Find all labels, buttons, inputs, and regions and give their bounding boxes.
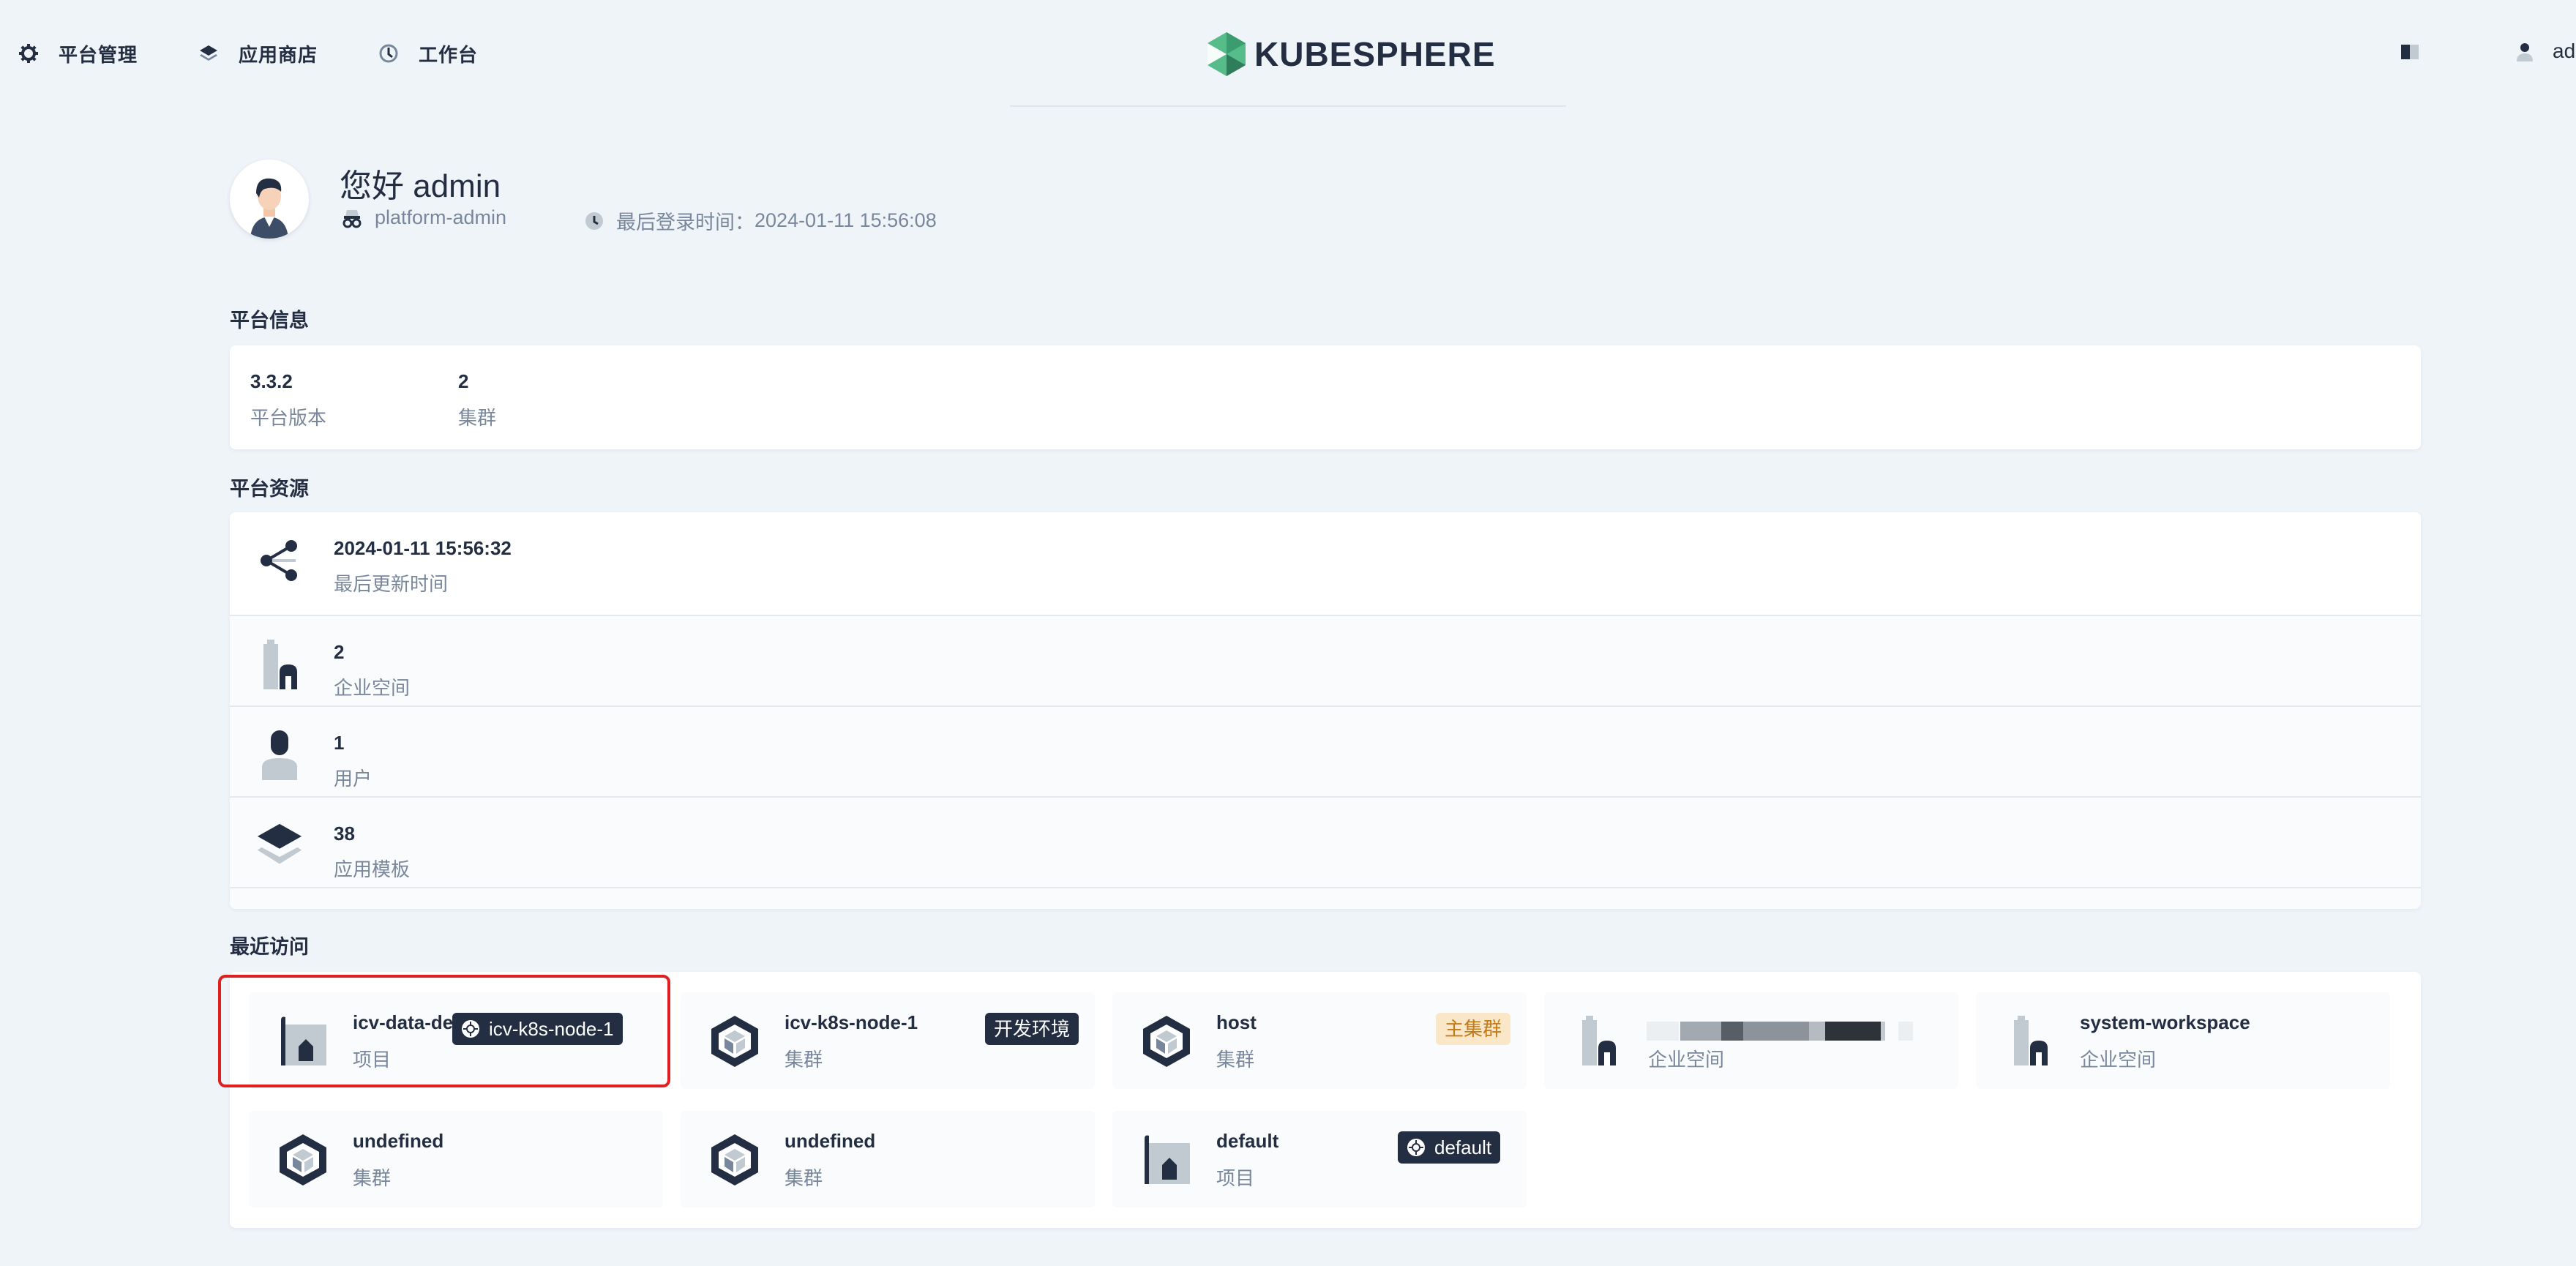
resource-row-users[interactable]: 1 用户 bbox=[230, 705, 2421, 796]
cluster-icon bbox=[707, 1013, 763, 1068]
resource-row-workspaces[interactable]: 2 企业空间 bbox=[230, 615, 2421, 705]
recent-tile-workspace-redacted[interactable]: 企业空间 bbox=[1544, 992, 1958, 1089]
tile-type: 企业空间 bbox=[2080, 1049, 2157, 1071]
layers-icon bbox=[198, 42, 220, 64]
resource-value: 1 bbox=[334, 732, 345, 754]
redacted-block bbox=[1721, 1022, 1743, 1041]
kubernetes-icon bbox=[1407, 1139, 1425, 1156]
kubesphere-logo[interactable]: KUBESPHERE bbox=[1206, 29, 1496, 79]
resource-value: 38 bbox=[334, 823, 355, 844]
tile-name: undefined bbox=[785, 1130, 876, 1152]
last-login: 最后登录时间： 2024-01-11 15:56:08 bbox=[584, 206, 937, 235]
platform-info-card: 3.3.2 平台版本 2 集群 bbox=[230, 345, 2421, 449]
gear-icon bbox=[18, 42, 40, 64]
redacted-block bbox=[1680, 1022, 1721, 1041]
resource-row-app-templates[interactable]: 38 应用模板 bbox=[230, 796, 2421, 887]
resource-label: 企业空间 bbox=[334, 677, 411, 699]
kubesphere-logo-icon bbox=[1208, 32, 1246, 76]
tile-name: host bbox=[1216, 1011, 1257, 1033]
user-role: platform-admin bbox=[341, 206, 506, 229]
platform-version-value: 3.3.2 bbox=[250, 370, 293, 392]
username-label[interactable]: ad bbox=[2553, 40, 2575, 63]
cluster-count-label: 集群 bbox=[458, 407, 497, 429]
platform-resources-card: 2024-01-11 15:56:32 最后更新时间 2 企业空间 1 用户 3… bbox=[230, 512, 2421, 909]
recent-tile-workspace-system[interactable]: system-workspace 企业空间 bbox=[1976, 992, 2390, 1089]
tile-type: 项目 bbox=[1216, 1167, 1255, 1189]
redacted-block bbox=[1898, 1022, 1913, 1041]
tile-type: 集群 bbox=[785, 1167, 823, 1189]
badge-label: 开发环境 bbox=[994, 1018, 1071, 1040]
tile-name: system-workspace bbox=[2080, 1011, 2250, 1033]
last-login-label: 最后登录时间： bbox=[616, 211, 755, 233]
top-navbar: 平台管理 应用商店 工作台 KUBESPHERE ad bbox=[0, 0, 2576, 107]
resource-label: 最后更新时间 bbox=[334, 573, 449, 595]
app-template-icon bbox=[256, 820, 303, 872]
resource-row-last-update: 2024-01-11 15:56:32 最后更新时间 bbox=[230, 512, 2421, 602]
last-login-time: 2024-01-11 15:56:08 bbox=[755, 209, 937, 231]
clock-icon bbox=[584, 211, 604, 231]
share-icon bbox=[256, 534, 303, 587]
user-icon bbox=[256, 729, 303, 782]
resource-label: 应用模板 bbox=[334, 858, 411, 880]
dashboard-icon bbox=[378, 42, 400, 64]
env-badge: 开发环境 bbox=[985, 1013, 1079, 1045]
avatar bbox=[230, 160, 309, 239]
workspace-icon bbox=[1570, 1013, 1626, 1068]
cluster-icon bbox=[707, 1131, 763, 1187]
cluster-count-value: 2 bbox=[458, 370, 469, 392]
tile-type: 企业空间 bbox=[1648, 1049, 1725, 1071]
header-divider bbox=[1010, 105, 1566, 107]
tile-name: default bbox=[1216, 1130, 1279, 1152]
tile-name: undefined bbox=[353, 1130, 444, 1152]
cluster-icon bbox=[1139, 1013, 1194, 1068]
nav-workbench[interactable]: 工作台 bbox=[378, 37, 478, 70]
badge-label: 主集群 bbox=[1445, 1018, 1502, 1040]
resource-label: 用户 bbox=[334, 768, 372, 790]
resource-row-spacer bbox=[230, 887, 2421, 909]
logo-text: KUBESPHERE bbox=[1254, 35, 1496, 73]
badge-label: default bbox=[1434, 1136, 1492, 1158]
platform-version: 3.3.2 平台版本 bbox=[250, 370, 326, 430]
host-cluster-badge: 主集群 bbox=[1436, 1013, 1511, 1045]
redacted-block bbox=[1743, 1022, 1809, 1041]
nav-label: 平台管理 bbox=[59, 43, 138, 66]
project-icon bbox=[1139, 1131, 1194, 1187]
workspace-icon bbox=[2002, 1013, 2058, 1068]
user-icon[interactable] bbox=[2515, 41, 2535, 67]
recent-tile-cluster-undefined[interactable]: undefined 集群 bbox=[681, 1111, 1095, 1207]
resource-value: 2 bbox=[334, 641, 345, 663]
nav-app-store[interactable]: 应用商店 bbox=[198, 37, 318, 70]
tile-type: 集群 bbox=[785, 1049, 823, 1071]
nav-label: 工作台 bbox=[419, 43, 479, 66]
tile-type: 集群 bbox=[353, 1167, 392, 1189]
platform-info-title: 平台信息 bbox=[230, 310, 309, 332]
redacted-block bbox=[1881, 1022, 1885, 1041]
recent-tile-project-default[interactable]: default 项目 default bbox=[1112, 1111, 1527, 1207]
redacted-block bbox=[1647, 1022, 1679, 1041]
recent-tile-cluster-undefined[interactable]: undefined 集群 bbox=[249, 1111, 663, 1207]
nav-platform-management[interactable]: 平台管理 bbox=[18, 37, 138, 70]
role-icon bbox=[341, 207, 363, 229]
cluster-badge: default bbox=[1398, 1131, 1501, 1164]
tile-type: 集群 bbox=[1216, 1049, 1255, 1071]
tile-name: icv-k8s-node-1 bbox=[785, 1011, 918, 1033]
platform-version-label: 平台版本 bbox=[250, 407, 327, 429]
recent-tile-cluster-host[interactable]: host 集群 主集群 bbox=[1112, 992, 1527, 1089]
cluster-count: 2 集群 bbox=[458, 370, 496, 430]
resource-value: 2024-01-11 15:56:32 bbox=[334, 537, 512, 559]
role-label: platform-admin bbox=[375, 206, 507, 228]
nav-label: 应用商店 bbox=[239, 43, 318, 66]
greeting-title: 您好 admin bbox=[340, 168, 501, 204]
redacted-block bbox=[1825, 1022, 1881, 1041]
cluster-icon bbox=[275, 1131, 331, 1187]
layout-toggle-icon[interactable] bbox=[2399, 41, 2421, 67]
highlight-box bbox=[218, 975, 670, 1087]
platform-resources-title: 平台资源 bbox=[230, 478, 309, 500]
recent-tile-cluster-icv-k8s-node-1[interactable]: icv-k8s-node-1 集群 开发环境 bbox=[681, 992, 1095, 1089]
workspace-icon bbox=[256, 638, 303, 691]
recent-visits-title: 最近访问 bbox=[230, 936, 309, 958]
